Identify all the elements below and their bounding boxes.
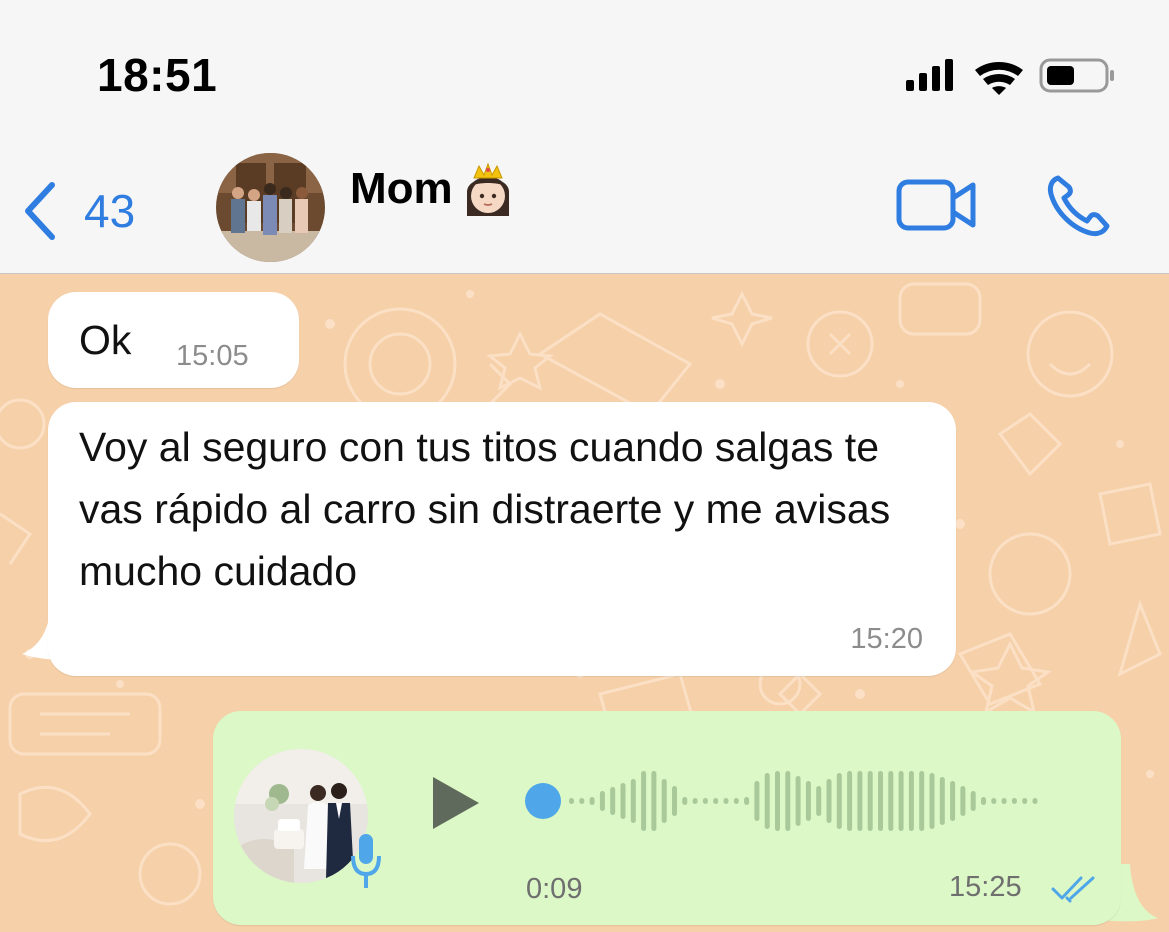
waveform-bar bbox=[754, 781, 760, 821]
message-time: 15:25 bbox=[949, 871, 1022, 903]
voice-call-button[interactable] bbox=[1046, 174, 1112, 243]
chat-area[interactable]: Ok 15:05 Voy al seguro con tus titos cua… bbox=[0, 274, 1169, 932]
waveform-bar bbox=[1032, 798, 1038, 804]
waveform-bar bbox=[785, 771, 791, 831]
waveform-bar bbox=[599, 791, 605, 811]
waveform-bar bbox=[713, 798, 719, 804]
video-call-button[interactable] bbox=[896, 176, 978, 239]
waveform-bar bbox=[939, 777, 945, 825]
waveform-bar bbox=[919, 771, 925, 831]
waveform-bar bbox=[610, 787, 616, 815]
waveform-bar bbox=[723, 798, 729, 804]
contact-name-text: Mom bbox=[350, 164, 453, 213]
audio-waveform[interactable] bbox=[523, 761, 1083, 851]
waveform-bar bbox=[826, 779, 832, 823]
waveform-bar bbox=[1001, 798, 1007, 804]
waveform-bar bbox=[1022, 798, 1028, 804]
double-check-icon bbox=[1051, 876, 1095, 903]
waveform-bar bbox=[847, 771, 853, 831]
waveform-bar bbox=[641, 771, 647, 831]
waveform-bar bbox=[651, 771, 657, 831]
waveform-bar bbox=[991, 798, 997, 804]
waveform-bar bbox=[733, 798, 739, 804]
waveform-bar bbox=[692, 798, 698, 804]
waveform-bar bbox=[764, 773, 770, 829]
signal-icon bbox=[906, 59, 953, 91]
waveform-bar bbox=[702, 798, 708, 804]
waveform-bar bbox=[579, 798, 585, 804]
waveform-bar bbox=[970, 791, 976, 811]
waveform-bar bbox=[888, 771, 894, 831]
playback-position-dot bbox=[525, 783, 561, 819]
battery-icon bbox=[1039, 58, 1114, 93]
sender-avatar bbox=[234, 749, 368, 883]
waveform-bar bbox=[981, 797, 986, 805]
incoming-message[interactable]: Ok 15:05 bbox=[48, 292, 299, 388]
status-bar: 18:51 bbox=[0, 0, 1169, 140]
waveform-bar bbox=[795, 776, 801, 826]
chat-header: 43 Mom bbox=[0, 140, 1169, 274]
waveform-bar bbox=[569, 798, 574, 804]
waveform-bar bbox=[898, 771, 904, 831]
waveform-bar bbox=[775, 771, 780, 831]
waveform-bar bbox=[589, 797, 595, 805]
waveform-bar bbox=[630, 779, 636, 823]
waveform-bar bbox=[950, 781, 956, 821]
waveform-bar bbox=[878, 771, 883, 831]
waveform-bar bbox=[960, 786, 966, 816]
waveform-bar bbox=[682, 797, 688, 805]
waveform-bar bbox=[929, 773, 935, 829]
waveform-bar bbox=[908, 771, 914, 831]
crown-princess-emoji bbox=[466, 162, 509, 216]
waveform-bar bbox=[1011, 798, 1017, 804]
waveform-bar bbox=[620, 783, 626, 819]
phone-icon bbox=[1047, 175, 1110, 237]
waveform-bar bbox=[661, 779, 667, 823]
contact-name[interactable]: Mom bbox=[350, 162, 515, 216]
microphone-icon bbox=[351, 834, 381, 888]
play-button[interactable] bbox=[431, 775, 481, 836]
contact-avatar[interactable] bbox=[216, 153, 325, 262]
video-call-icon bbox=[896, 179, 976, 231]
message-time: 15:20 bbox=[850, 623, 923, 655]
message-time: 15:05 bbox=[176, 340, 249, 372]
outgoing-voice-message[interactable]: 0:09 15:25 bbox=[213, 711, 1121, 925]
waveform-bar bbox=[867, 771, 873, 831]
waveform-bar bbox=[805, 781, 811, 821]
waveform-bar bbox=[816, 786, 822, 816]
voice-duration: 0:09 bbox=[526, 873, 583, 905]
play-icon bbox=[433, 777, 479, 829]
back-chevron-icon bbox=[25, 182, 55, 240]
wifi-icon bbox=[975, 61, 1023, 95]
waveform-bar bbox=[744, 797, 750, 805]
message-text: Ok bbox=[79, 317, 132, 363]
unread-count: 43 bbox=[84, 185, 136, 237]
waveform-bar bbox=[672, 786, 677, 816]
incoming-message[interactable]: Voy al seguro con tus titos cuando salga… bbox=[48, 402, 956, 676]
waveform-bar bbox=[836, 773, 842, 829]
back-button[interactable]: 43 bbox=[22, 176, 172, 246]
waveform-bar bbox=[857, 771, 863, 831]
message-text: Voy al seguro con tus titos cuando salga… bbox=[79, 424, 891, 594]
